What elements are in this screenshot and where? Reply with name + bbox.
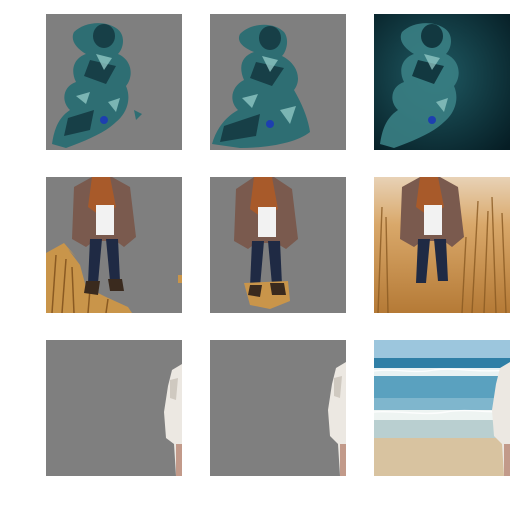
beach-person-photo	[374, 340, 510, 476]
row1-mask-b-panel	[210, 14, 346, 150]
beach-person-mask-b	[210, 340, 346, 476]
underwater-person-mask-a	[46, 14, 182, 150]
grass-woman-mask-a	[46, 177, 182, 313]
image-grid	[0, 0, 520, 510]
row3-mask-a-panel	[46, 340, 182, 476]
underwater-person-mask-b	[210, 14, 346, 150]
grass-woman-mask-b	[210, 177, 346, 313]
row2-mask-b-panel	[210, 177, 346, 313]
beach-person-mask-a	[46, 340, 182, 476]
grass-woman-photo	[374, 177, 510, 313]
row3-original-panel	[374, 340, 510, 476]
row1-mask-a-panel	[46, 14, 182, 150]
row2-original-panel	[374, 177, 510, 313]
row3-mask-b-panel	[210, 340, 346, 476]
row2-mask-a-panel	[46, 177, 182, 313]
row1-original-panel	[374, 14, 510, 150]
underwater-person-photo	[374, 14, 510, 150]
